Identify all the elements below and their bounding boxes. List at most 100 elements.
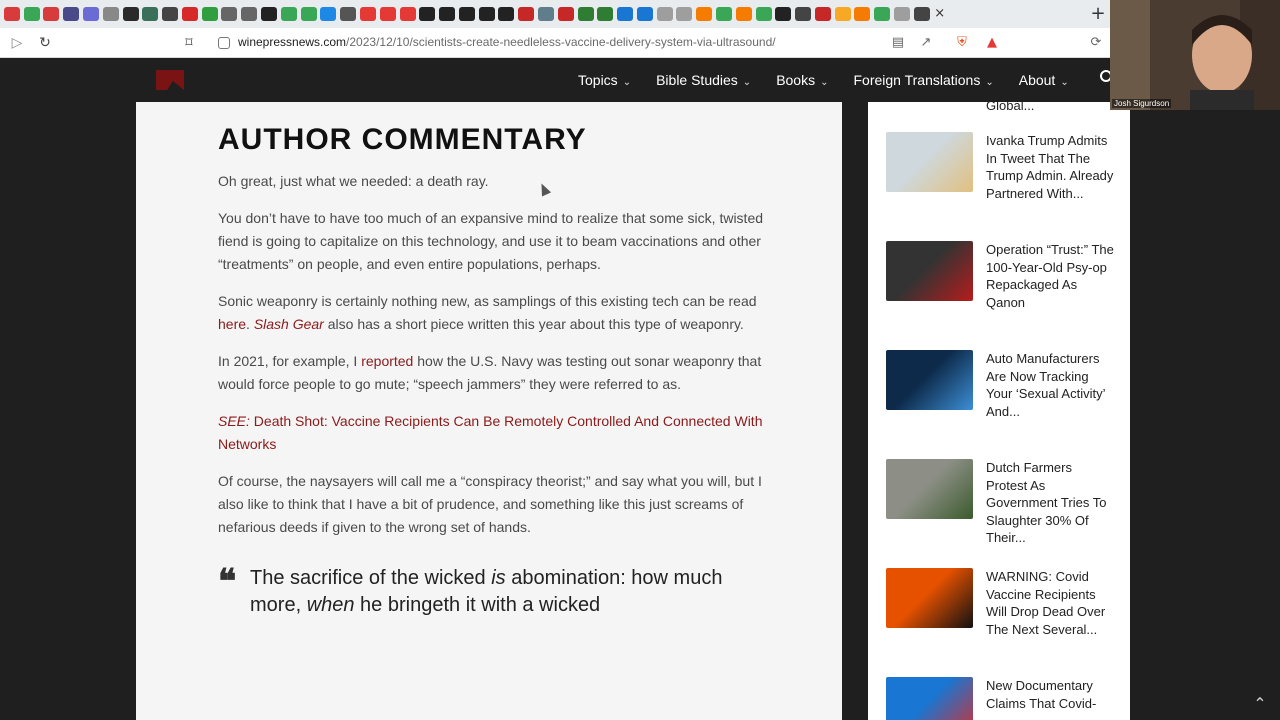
post-title[interactable]: Ivanka Trump Admits In Tweet That The Tr… xyxy=(986,132,1114,202)
browser-tab-favicon[interactable] xyxy=(894,7,911,21)
browser-tab-favicon[interactable] xyxy=(814,7,831,21)
reload-icon[interactable]: ↻ xyxy=(36,34,54,52)
post-thumbnail[interactable] xyxy=(886,241,973,301)
see-also-paragraph: SEE: Death Shot: Vaccine Recipients Can … xyxy=(218,410,763,456)
post-thumbnail[interactable] xyxy=(886,132,973,192)
browser-tab-favicon[interactable] xyxy=(597,7,614,21)
nav-foreign-translations[interactable]: Foreign Translations ⌄ xyxy=(854,72,994,88)
browser-tab-favicon[interactable] xyxy=(280,7,297,21)
browser-tab-favicon[interactable] xyxy=(874,7,891,21)
browser-tab-favicon[interactable] xyxy=(696,7,713,21)
browser-tab-favicon[interactable] xyxy=(656,7,673,21)
nav-bible-studies[interactable]: Bible Studies ⌄ xyxy=(656,72,751,88)
blockquote: ❝ The sacrifice of the wicked is abomina… xyxy=(218,565,763,619)
browser-tab-favicon[interactable] xyxy=(181,7,198,21)
browser-tab-favicon[interactable] xyxy=(636,7,653,21)
browser-tab-favicon[interactable] xyxy=(854,7,871,21)
browser-tab-favicon[interactable] xyxy=(102,7,119,21)
post-title[interactable]: Dutch Farmers Protest As Government Trie… xyxy=(986,459,1114,547)
back-icon[interactable]: ▷ xyxy=(8,34,26,52)
browser-tab-favicon[interactable] xyxy=(498,7,515,21)
browser-tab-favicon[interactable] xyxy=(221,7,238,21)
browser-tab-favicon[interactable] xyxy=(241,7,258,21)
browser-tab-favicon[interactable] xyxy=(320,7,337,21)
browser-tab-favicon[interactable] xyxy=(43,7,60,21)
text: also has a short piece written this year… xyxy=(323,316,744,332)
browser-tab-favicon[interactable] xyxy=(716,7,733,21)
browser-tab-favicon[interactable] xyxy=(676,7,693,21)
browser-tab-favicon[interactable] xyxy=(83,7,100,21)
sidebar-partial-title[interactable]: Global... xyxy=(986,102,1034,113)
browser-tab-favicon[interactable] xyxy=(458,7,475,21)
share-icon[interactable]: ↗ xyxy=(918,35,934,51)
link-here[interactable]: here xyxy=(218,316,246,332)
reader-mode-icon[interactable]: ▤ xyxy=(890,35,906,51)
bookmark-icon[interactable]: ⌑ xyxy=(180,34,198,52)
sync-icon[interactable]: ⟳ xyxy=(1088,35,1104,51)
browser-tab-favicon[interactable] xyxy=(478,7,495,21)
url-domain: winepressnews.com xyxy=(238,35,347,49)
link-reported[interactable]: reported xyxy=(361,353,413,369)
see-label: SEE: xyxy=(218,413,250,429)
browser-tab-favicon[interactable] xyxy=(518,7,535,21)
text: In 2021, for example, I xyxy=(218,353,362,369)
site-header: Topics ⌄ Bible Studies ⌄ Books ⌄ Foreign Tr… xyxy=(0,58,1280,102)
nav-books[interactable]: Books ⌄ xyxy=(776,72,828,88)
browser-tab-favicon[interactable] xyxy=(913,7,930,21)
post-thumbnail[interactable] xyxy=(886,677,973,720)
url-field[interactable]: winepressnews.com/2023/12/10/scientists-… xyxy=(238,35,776,49)
site-info-icon[interactable] xyxy=(218,37,230,49)
browser-tab-favicon[interactable] xyxy=(142,7,159,21)
url-path: /2023/12/10/scientists-create-needleless… xyxy=(346,35,776,49)
browser-tab-favicon[interactable] xyxy=(300,7,317,21)
browser-tab-favicon[interactable] xyxy=(23,7,40,21)
browser-tab-favicon[interactable] xyxy=(735,7,752,21)
browser-tab-favicon[interactable] xyxy=(775,7,792,21)
post-title[interactable]: Operation “Trust:” The 100-Year-Old Psy-… xyxy=(986,241,1114,311)
quote-italic: is xyxy=(491,567,506,589)
post-thumbnail[interactable] xyxy=(886,350,973,410)
post-title[interactable]: New Documentary Claims That Covid- xyxy=(986,677,1114,712)
browser-tab-favicon[interactable] xyxy=(617,7,634,21)
nav-topics[interactable]: Topics ⌄ xyxy=(578,72,631,88)
new-tab-button[interactable]: + xyxy=(1088,4,1108,24)
browser-tab-favicon[interactable] xyxy=(577,7,594,21)
browser-tab-favicon[interactable] xyxy=(162,7,179,21)
browser-tab-favicon[interactable] xyxy=(63,7,80,21)
browser-tab-favicon[interactable] xyxy=(379,7,396,21)
post-thumbnail[interactable] xyxy=(886,568,973,628)
link-death-shot[interactable]: Death Shot: Vaccine Recipients Can Be Re… xyxy=(218,413,762,452)
quote-text: he bringeth it with a wicked xyxy=(354,594,601,616)
browser-tab-favicon[interactable] xyxy=(795,7,812,21)
post-title[interactable]: Auto Manufacturers Are Now Tracking Your… xyxy=(986,350,1114,420)
browser-tab-favicon[interactable] xyxy=(122,7,139,21)
browser-tab-favicon[interactable] xyxy=(261,7,278,21)
nav-about[interactable]: About ⌄ xyxy=(1019,72,1069,88)
post-thumbnail[interactable] xyxy=(886,459,973,519)
nav-label: Topics xyxy=(578,72,618,88)
chevron-down-icon: ⌄ xyxy=(985,77,994,88)
browser-tab-favicon[interactable] xyxy=(834,7,851,21)
browser-tab-favicon[interactable] xyxy=(3,7,20,21)
site-logo[interactable] xyxy=(156,70,184,90)
browser-tab-favicon[interactable] xyxy=(340,7,357,21)
scroll-to-top-icon[interactable]: ⌃ xyxy=(1250,694,1270,714)
quote-italic: when xyxy=(306,594,355,616)
browser-tab-favicon[interactable] xyxy=(537,7,554,21)
webcam-overlay: Josh Sigurdson xyxy=(1110,0,1280,110)
browser-tab-favicon[interactable] xyxy=(755,7,772,21)
browser-tab-favicon[interactable] xyxy=(399,7,416,21)
paragraph: Of course, the naysayers will call me a … xyxy=(218,473,762,535)
link-slash-gear[interactable]: Slash Gear xyxy=(254,316,324,332)
browser-tab-favicon[interactable] xyxy=(557,7,574,21)
close-tab-icon[interactable]: × xyxy=(932,6,948,22)
post-title[interactable]: WARNING: Covid Vaccine Recipients Will D… xyxy=(986,568,1114,638)
browser-tab-favicon[interactable] xyxy=(201,7,218,21)
nav-label: About xyxy=(1018,72,1056,88)
webcam-video xyxy=(1110,0,1280,110)
brave-shield-icon[interactable]: ⛨ xyxy=(954,35,970,51)
browser-tab-favicon[interactable] xyxy=(359,7,376,21)
browser-tab-favicon[interactable] xyxy=(439,7,456,21)
browser-tab-favicon[interactable] xyxy=(419,7,436,21)
brave-rewards-icon[interactable]: ▲ xyxy=(984,35,1000,51)
